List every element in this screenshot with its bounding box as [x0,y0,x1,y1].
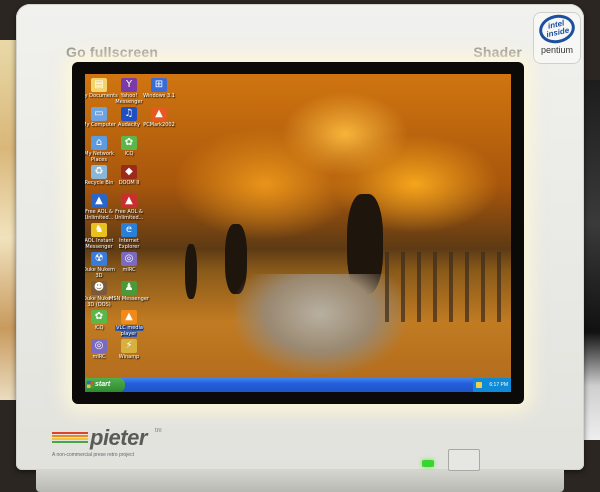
intel-pentium-badge: intel inside pentium [533,11,581,64]
mirc-icon: ◎ [121,252,137,266]
logo-stripes [52,432,88,444]
taskbar: start 6:17 PM [85,378,511,392]
aol-icon: ▲ [91,194,107,208]
duke-nukem-icon: ☢ [91,252,107,266]
doom-shortcut[interactable]: ◆ DOOM II [109,165,149,186]
folder-icon: ▤ [91,78,107,92]
mirc-icon: ◎ [91,339,107,353]
icon-label: VLC media player [115,325,143,337]
brand-tagline: A non-commercial prese retro project [52,452,134,458]
monitor-stand [36,470,564,492]
recycle-bin-icon: ♻ [91,165,107,179]
icon-label: mIRC [122,267,136,273]
icon-label: Internet Explorer [118,238,140,250]
icon-label: ICQ [124,151,134,157]
icq-shortcut[interactable]: ✿ ICQ [109,136,149,157]
windows-flag-icon [87,381,94,388]
winamp-icon: ⚡ [121,339,137,353]
icon-label: DOOM II [118,180,140,186]
icon-label: ICQ [94,325,104,331]
doom-icon: ◆ [121,165,137,179]
power-button[interactable] [448,449,480,471]
brand-name: pieter [90,425,147,450]
system-tray: 6:17 PM [473,378,511,392]
logo-stripe [52,435,88,437]
aol-icon: ▲ [121,194,137,208]
computer-icon: ▭ [91,107,107,121]
aim-icon: ♞ [91,223,107,237]
icon-label: MSN Messenger [109,296,149,302]
shader-button[interactable]: Shader [473,44,522,60]
pcmark-shortcut[interactable]: ▲ PCMark2002 [139,107,179,128]
intel-logo-icon: intel inside [536,11,578,47]
icq-icon: ✿ [91,310,107,324]
audacity-icon: ♫ [121,107,137,121]
winamp-shortcut[interactable]: ⚡ Winamp [109,339,149,360]
icon-label: Windows 3.1 [143,93,175,99]
msn-icon: ♟ [121,281,137,295]
duke-nukem-dos-icon: ☻ [91,281,107,295]
network-icon: ⌂ [91,136,107,150]
internet-explorer-icon: e [121,223,137,237]
desktop-icon-grid: ▤My DocumentsYYahoo! Messenger⊞Windows 3… [85,74,177,374]
icon-label: Free AOL & Unlimited... [114,209,144,221]
wooden-fence [385,252,511,322]
start-button[interactable]: start [85,378,125,392]
logo-stripe [52,438,88,440]
yahoo-icon: Y [121,78,137,92]
desktop-screen[interactable]: ▤My DocumentsYYahoo! Messenger⊞Windows 3… [85,74,511,392]
brand-trademark: tm [155,428,162,434]
leaf-covered-path [235,274,405,374]
clock: 6:17 PM [489,382,508,388]
icon-label: PCMark2002 [143,122,175,128]
vlc-icon: ▲ [121,310,137,324]
icon-label: mIRC [92,354,106,360]
windows-icon: ⊞ [151,78,167,92]
tree-trunk [185,244,197,299]
logo-stripe [52,441,88,443]
windows-shortcut[interactable]: ⊞ Windows 3.1 [139,78,179,99]
pcmark-icon: ▲ [151,107,167,121]
icq-icon: ✿ [121,136,137,150]
icon-label: Audacity [118,122,140,128]
msn-shortcut[interactable]: ♟ MSN Messenger [109,281,149,302]
fullscreen-button[interactable]: Go fullscreen [66,44,158,60]
internet-explorer-shortcut[interactable]: e Internet Explorer [109,223,149,250]
vlc-shortcut[interactable]: ▲ VLC media player [109,310,149,337]
mirc-shortcut[interactable]: ◎ mIRC [109,252,149,273]
pentium-label: pentium [540,45,574,55]
aol-shortcut[interactable]: ▲ Free AOL & Unlimited... [109,194,149,221]
logo-stripe [52,432,88,434]
power-led [422,460,434,467]
tray-icon[interactable] [476,382,482,388]
icon-label: Winamp [118,354,140,360]
